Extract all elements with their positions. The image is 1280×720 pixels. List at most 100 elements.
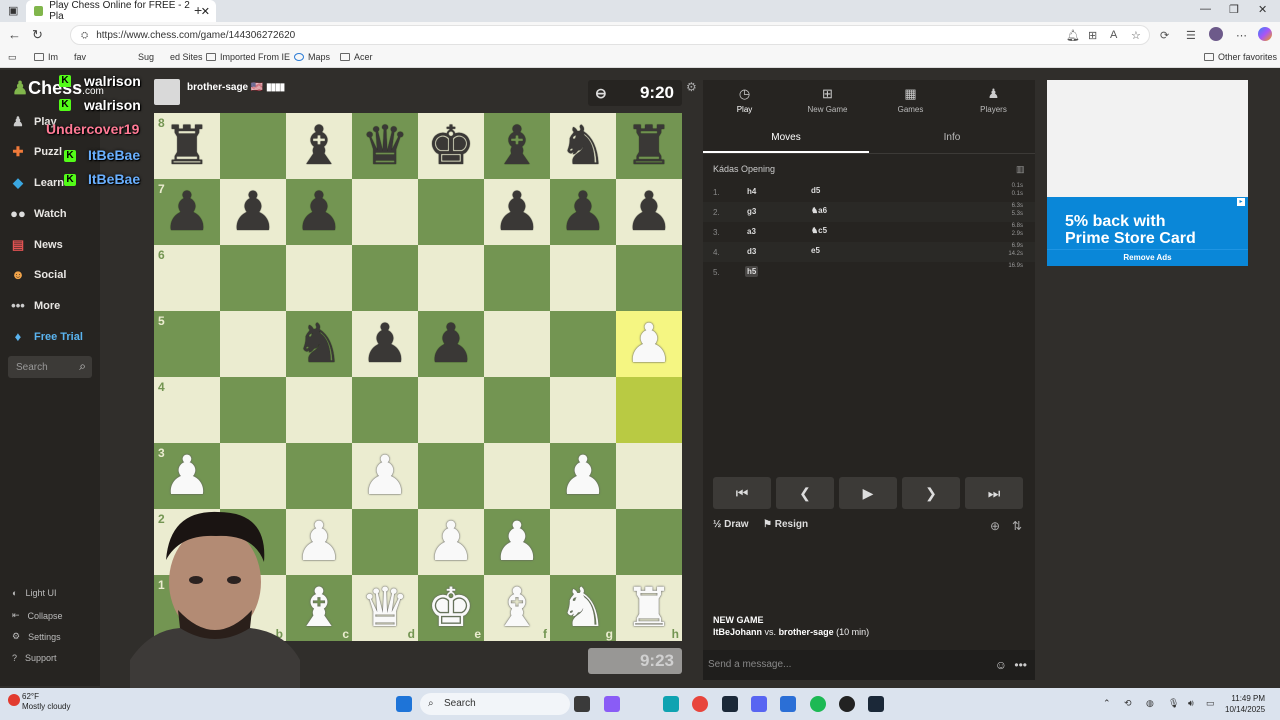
subtab-moves[interactable]: Moves bbox=[703, 124, 869, 153]
square-f7[interactable]: ♟ bbox=[484, 179, 550, 245]
taskbar-search[interactable]: ⌕ Search bbox=[420, 693, 570, 715]
square-e2[interactable]: ♟ bbox=[418, 509, 484, 575]
favorites-icon[interactable]: ☰ bbox=[1186, 29, 1196, 42]
emoji-icon[interactable]: ☺ bbox=[995, 650, 1007, 680]
sidebar-item-free-trial[interactable]: ♦ Free Trial bbox=[10, 329, 83, 344]
black-knight-icon[interactable]: ♞ bbox=[295, 317, 343, 371]
board-settings-icon[interactable]: ⚙ bbox=[686, 80, 697, 94]
refresh-icon[interactable]: ↻ bbox=[32, 27, 43, 43]
opponent-name[interactable]: brother-sage 🇺🇸 ▮▮▮▮ bbox=[187, 82, 285, 93]
white-pawn-icon[interactable]: ♟ bbox=[295, 515, 343, 569]
white-pawn-icon[interactable]: ♟ bbox=[493, 515, 541, 569]
white-bishop-icon[interactable]: ♝ bbox=[493, 581, 541, 635]
tab-play[interactable]: ◷ Play bbox=[703, 80, 786, 120]
square-h2[interactable] bbox=[616, 509, 682, 575]
square-g7[interactable]: ♟ bbox=[550, 179, 616, 245]
flip-board-icon[interactable]: ⇅ bbox=[1012, 519, 1022, 533]
sidebar-item-more[interactable]: ••• More bbox=[10, 298, 60, 313]
white-move[interactable]: h5 bbox=[745, 266, 759, 277]
square-b6[interactable] bbox=[220, 245, 286, 311]
white-move[interactable]: g3 bbox=[745, 206, 758, 217]
browser-tab[interactable]: Play Chess Online for FREE - 2 Pla ✕ bbox=[26, 0, 216, 22]
network-icon[interactable]: ⟲ bbox=[1124, 698, 1132, 709]
square-c5[interactable]: ♞ bbox=[286, 311, 352, 377]
site-info-icon[interactable]: ⛭ bbox=[81, 30, 88, 41]
white-move[interactable]: d3 bbox=[745, 246, 758, 257]
square-e6[interactable] bbox=[418, 245, 484, 311]
task-view-icon[interactable] bbox=[574, 696, 590, 712]
tab-actions-icon[interactable]: ▣ bbox=[8, 4, 18, 17]
read-aloud-icon[interactable]: A bbox=[1110, 29, 1117, 41]
square-d2[interactable] bbox=[352, 509, 418, 575]
tab-players[interactable]: ♟ Players bbox=[952, 80, 1035, 120]
black-pawn-icon[interactable]: ♟ bbox=[229, 185, 277, 239]
square-g2[interactable] bbox=[550, 509, 616, 575]
ad-headline[interactable]: 5% back with Prime Store Card bbox=[1047, 197, 1248, 249]
black-pawn-icon[interactable]: ♟ bbox=[163, 185, 211, 239]
white-rook-icon[interactable]: ♜ bbox=[625, 581, 673, 635]
back-icon[interactable]: ← bbox=[8, 27, 21, 42]
copilot-icon[interactable] bbox=[1258, 27, 1272, 41]
black-pawn-icon[interactable]: ♟ bbox=[361, 317, 409, 371]
close-window-icon[interactable]: ✕ bbox=[1258, 3, 1267, 16]
black-move[interactable]: e5 bbox=[811, 246, 820, 255]
black-pawn-icon[interactable]: ♟ bbox=[427, 317, 475, 371]
chat-message-input[interactable]: Send a message... ☺ ••• bbox=[703, 650, 1035, 680]
square-a8[interactable]: ♜ 8 bbox=[154, 113, 220, 179]
square-d8[interactable]: ♛ bbox=[352, 113, 418, 179]
square-b4[interactable] bbox=[220, 377, 286, 443]
ad-banner[interactable]: 5% back with Prime Store Card ▸ Remove Ad… bbox=[1047, 80, 1248, 266]
favorites-toggle-icon[interactable]: ▭ bbox=[8, 52, 17, 63]
sidebar-search-input[interactable]: Search ⌕ bbox=[8, 356, 92, 378]
sidebar-item-puzzles[interactable]: ✚ Puzzl bbox=[10, 144, 63, 160]
profile-avatar[interactable] bbox=[1209, 27, 1223, 41]
spotify-icon[interactable] bbox=[810, 696, 826, 712]
square-e4[interactable] bbox=[418, 377, 484, 443]
square-f4[interactable] bbox=[484, 377, 550, 443]
black-pawn-icon[interactable]: ♟ bbox=[625, 185, 673, 239]
square-e8[interactable]: ♚ bbox=[418, 113, 484, 179]
tray-overflow-icon[interactable]: ⌃ bbox=[1103, 698, 1111, 709]
black-king-icon[interactable]: ♚ bbox=[427, 119, 475, 173]
last-move-button[interactable]: ⏭ bbox=[965, 477, 1023, 509]
book-icon[interactable]: ▥ bbox=[1016, 164, 1025, 175]
adchoices-icon[interactable]: ▸ bbox=[1237, 198, 1245, 206]
square-c3[interactable] bbox=[286, 443, 352, 509]
black-move[interactable]: ♞a6 bbox=[811, 206, 827, 215]
address-bar[interactable]: ⛭ https://www.chess.com/game/14430627262… bbox=[70, 25, 1150, 45]
black-pawn-icon[interactable]: ♟ bbox=[493, 185, 541, 239]
more-options-icon[interactable]: ••• bbox=[1014, 650, 1027, 680]
settings-link[interactable]: ⚙ Settings bbox=[12, 631, 61, 642]
white-pawn-icon[interactable]: ♟ bbox=[559, 449, 607, 503]
square-h7[interactable]: ♟ bbox=[616, 179, 682, 245]
favorite-star-icon[interactable]: ☆ bbox=[1131, 29, 1141, 42]
weather-icon[interactable] bbox=[8, 694, 20, 706]
square-a3[interactable]: ♟ 3 bbox=[154, 443, 220, 509]
support-link[interactable]: ? Support bbox=[12, 653, 57, 663]
favorite-fav[interactable]: fav bbox=[74, 52, 86, 62]
copilot-app-icon[interactable] bbox=[604, 696, 620, 712]
white-pawn-icon[interactable]: ♟ bbox=[625, 317, 673, 371]
black-knight-icon[interactable]: ♞ bbox=[559, 119, 607, 173]
black-rook-icon[interactable]: ♜ bbox=[625, 119, 673, 173]
white-move[interactable]: a3 bbox=[745, 226, 758, 237]
square-g1[interactable]: ♞ g bbox=[550, 575, 616, 641]
new-tab-icon[interactable]: + bbox=[194, 2, 202, 18]
sidebar-item-watch[interactable]: ●● Watch bbox=[10, 206, 66, 221]
square-a6[interactable]: 6 bbox=[154, 245, 220, 311]
square-c7[interactable]: ♟ bbox=[286, 179, 352, 245]
square-d7[interactable] bbox=[352, 179, 418, 245]
sidebar-item-news[interactable]: ▤ News bbox=[10, 237, 63, 253]
wifi-icon[interactable]: ◍ bbox=[1146, 698, 1154, 709]
weather-widget[interactable]: 62°F Mostly cloudy bbox=[22, 692, 70, 712]
square-f8[interactable]: ♝ bbox=[484, 113, 550, 179]
play-button[interactable]: ▶ bbox=[839, 477, 897, 509]
previous-move-button[interactable]: ❮ bbox=[776, 477, 834, 509]
tab-new-game[interactable]: ⊞ New Game bbox=[786, 80, 869, 120]
light-ui-toggle[interactable]: ◐ Light UI bbox=[12, 588, 56, 598]
square-f3[interactable] bbox=[484, 443, 550, 509]
square-f2[interactable]: ♟ bbox=[484, 509, 550, 575]
square-b8[interactable] bbox=[220, 113, 286, 179]
black-pawn-icon[interactable]: ♟ bbox=[295, 185, 343, 239]
favorite-suggested-sites[interactable]: ed Sites bbox=[170, 52, 203, 62]
